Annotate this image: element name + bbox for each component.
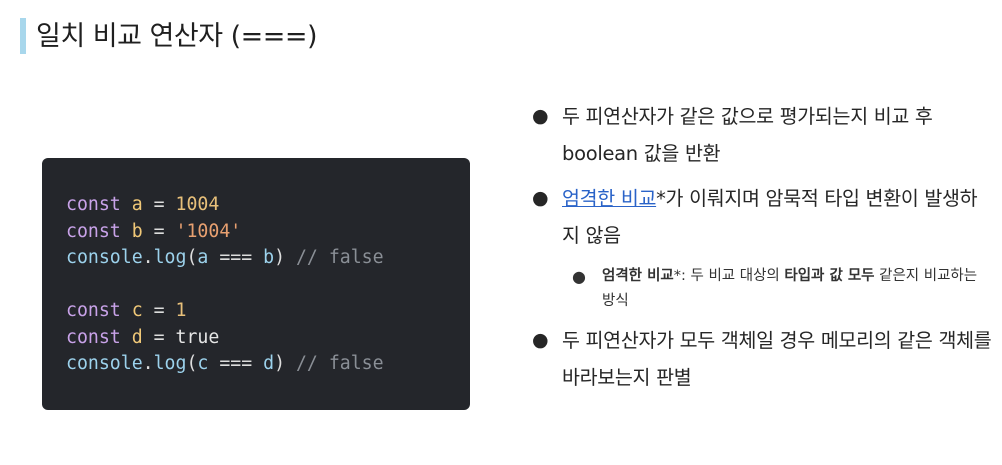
code-token: c bbox=[131, 300, 143, 321]
code-token: = bbox=[142, 326, 176, 348]
title-accent-bar bbox=[20, 18, 26, 54]
code-line: const c = 1 bbox=[66, 298, 384, 325]
bullet-list: ● 두 피연산자가 같은 값으로 평가되는지 비교 후 boolean 값을 반… bbox=[532, 98, 992, 396]
bullet-dot-icon: ● bbox=[532, 105, 549, 127]
sub-bold-term: 엄격한 비교 bbox=[602, 268, 674, 284]
code-token: const bbox=[66, 300, 121, 321]
bullet-dot-icon: ● bbox=[532, 187, 549, 209]
bullet-item-2: ● 엄격한 비교*가 이뤄지며 암묵적 타입 변환이 발생하지 않음 bbox=[532, 180, 992, 254]
bullet-text-1: 두 피연산자가 같은 값으로 평가되는지 비교 후 boolean 값을 반환 bbox=[562, 105, 933, 165]
code-token: const bbox=[66, 194, 121, 215]
bullet-dot-icon: ● bbox=[532, 329, 549, 351]
code-token: console bbox=[66, 247, 143, 268]
code-token: log bbox=[153, 247, 187, 268]
code-token: = bbox=[142, 220, 176, 242]
code-token: c bbox=[197, 353, 209, 374]
code-token: log bbox=[153, 353, 187, 374]
code-token: d bbox=[263, 353, 275, 374]
sub-text-1: *: 두 비교 대상의 bbox=[673, 268, 785, 284]
code-block: const a = 1004 const b = '1004' console.lo… bbox=[42, 158, 470, 410]
code-token: '1004' bbox=[175, 220, 242, 242]
code-token: ) bbox=[274, 353, 296, 374]
sub-bold-emphasis: 타입과 값 모두 bbox=[784, 268, 875, 284]
code-token: const bbox=[66, 220, 121, 242]
bullet-dot-icon: ● bbox=[572, 267, 586, 286]
code-token: . bbox=[142, 247, 154, 268]
code-line: console.log(a === b) // false bbox=[66, 245, 384, 272]
code-line: console.log(c === d) // false bbox=[66, 351, 384, 378]
code-token: ) bbox=[274, 247, 296, 268]
code-token: // false bbox=[295, 247, 384, 268]
code-token: === bbox=[208, 247, 264, 268]
code-token: b bbox=[263, 247, 275, 268]
code-token: = bbox=[142, 300, 176, 321]
code-token: b bbox=[131, 220, 143, 242]
code-token: === bbox=[208, 353, 264, 374]
code-token: a bbox=[197, 247, 209, 268]
code-token: true bbox=[175, 326, 220, 348]
sub-bullet-item: ● 엄격한 비교*: 두 비교 대상의 타입과 값 모두 같은지 비교하는 방식 bbox=[572, 264, 982, 314]
code-lines: const a = 1004 const b = '1004' console.lo… bbox=[66, 192, 384, 378]
code-token: const bbox=[66, 326, 121, 348]
code-token: ( bbox=[186, 353, 198, 374]
code-token: ( bbox=[186, 247, 198, 268]
code-token: = bbox=[142, 194, 176, 215]
code-token: // false bbox=[295, 353, 384, 374]
strict-comparison-link[interactable]: 엄격한 비교 bbox=[562, 187, 656, 210]
bullet-item-3: ● 두 피연산자가 모두 객체일 경우 메모리의 같은 객체를 바라보는지 판별 bbox=[532, 322, 992, 396]
code-token: . bbox=[142, 353, 154, 374]
code-token: 1 bbox=[175, 300, 187, 321]
code-line: const a = 1004 bbox=[66, 192, 384, 219]
code-token: 1004 bbox=[175, 194, 220, 215]
code-token: d bbox=[131, 326, 143, 348]
page-title: 일치 비교 연산자 (===) bbox=[36, 21, 318, 52]
code-token: console bbox=[66, 353, 143, 374]
code-line: const d = true bbox=[66, 325, 384, 352]
bullet-item-1: ● 두 피연산자가 같은 값으로 평가되는지 비교 후 boolean 값을 반… bbox=[532, 98, 992, 172]
bullet-text-3: 두 피연산자가 모두 객체일 경우 메모리의 같은 객체를 바라보는지 판별 bbox=[562, 329, 992, 389]
code-line: const b = '1004' bbox=[66, 219, 384, 246]
code-token: a bbox=[131, 194, 143, 215]
